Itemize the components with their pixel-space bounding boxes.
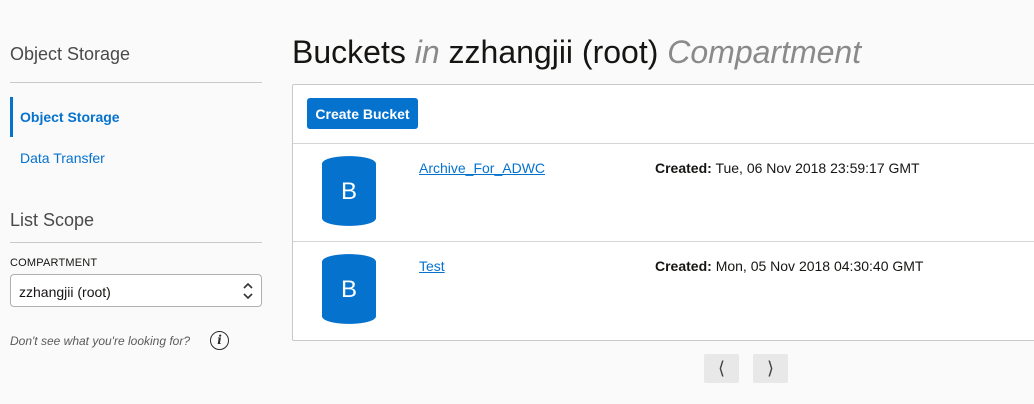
- compartment-value: zzhangjii (root): [19, 284, 111, 300]
- info-icon[interactable]: i: [210, 331, 229, 350]
- table-row: B Archive_For_ADWC Created: Tue, 06 Nov …: [293, 144, 1034, 242]
- title-prefix: Buckets: [292, 34, 406, 70]
- bucket-link[interactable]: Test: [419, 258, 445, 274]
- help-text: Don't see what you're looking for?: [10, 334, 191, 348]
- created-value: Tue, 06 Nov 2018 23:59:17 GMT: [715, 160, 920, 176]
- create-bucket-button[interactable]: Create Bucket: [307, 98, 418, 129]
- page-title: Buckets in zzhangjii (root) Compartment: [292, 34, 861, 71]
- title-in: in: [414, 34, 440, 70]
- created-label: Created:: [655, 160, 712, 176]
- next-page-button[interactable]: ⟩: [753, 354, 788, 383]
- table-row: B Test Created: Mon, 05 Nov 2018 04:30:4…: [293, 242, 1034, 340]
- list-scope-heading: List Scope: [10, 210, 95, 230]
- previous-page-button[interactable]: ⟨: [704, 354, 739, 383]
- created-info: Created: Tue, 06 Nov 2018 23:59:17 GMT: [655, 160, 920, 176]
- created-value: Mon, 05 Nov 2018 04:30:40 GMT: [715, 258, 924, 274]
- bucket-link[interactable]: Archive_For_ADWC: [419, 160, 545, 176]
- compartment-label: COMPARTMENT: [10, 257, 98, 269]
- sidebar-item-label: Object Storage: [20, 109, 120, 125]
- sidebar-item-object-storage[interactable]: Object Storage: [10, 97, 262, 137]
- bucket-icon: B: [322, 254, 376, 324]
- title-compartment: zzhangjii (root): [448, 34, 659, 70]
- sidebar-title: Object Storage: [10, 44, 131, 64]
- bucket-icon-letter: B: [340, 178, 357, 205]
- compartment-select[interactable]: zzhangjii (root): [10, 274, 262, 307]
- title-suffix: Compartment: [667, 34, 862, 70]
- panel-toolbar: Create Bucket: [293, 85, 1034, 144]
- created-label: Created:: [655, 258, 712, 274]
- created-info: Created: Mon, 05 Nov 2018 04:30:40 GMT: [655, 258, 923, 274]
- divider: [10, 82, 262, 83]
- bucket-icon: B: [322, 156, 376, 226]
- select-updown-icon: [243, 282, 253, 300]
- sidebar-item-data-transfer[interactable]: Data Transfer: [20, 150, 105, 166]
- buckets-panel: Create Bucket B Archive_For_ADWC Created…: [292, 84, 1034, 341]
- bucket-icon-letter: B: [340, 276, 357, 303]
- sidebar: Object Storage Object Storage Data Trans…: [0, 0, 262, 404]
- divider: [10, 242, 262, 243]
